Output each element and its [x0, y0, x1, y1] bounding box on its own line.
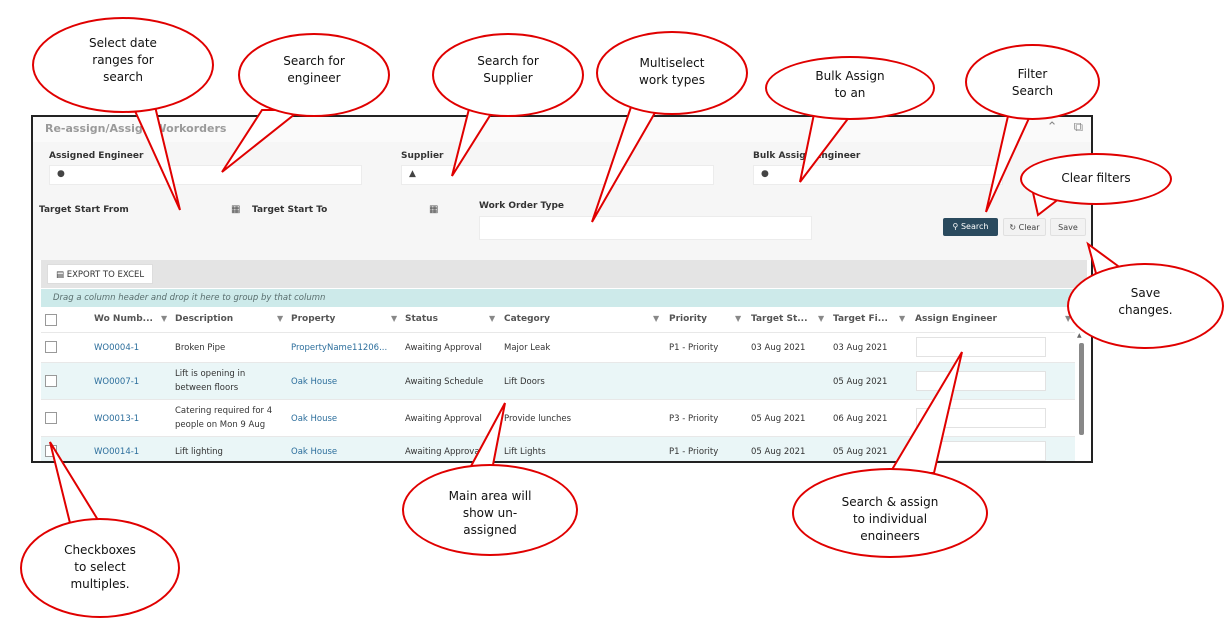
callout-supplier-text: Search for Supplier: [477, 54, 539, 85]
callout-date-ranges-text: Select date ranges for search: [89, 36, 157, 84]
callout-search-assign-text: Search & assign to individual engineers: [841, 495, 939, 540]
callout-bulk-assign: Bulk Assign to an: [765, 56, 935, 120]
callout-bulk-assign-text: Bulk Assign to an: [815, 69, 885, 100]
callout-main-area-text: Main area will show un- assigned: [448, 489, 532, 537]
callout-main-area: Main area will show un- assigned: [402, 464, 578, 556]
callout-checkboxes: Checkboxes to select multiples.: [20, 518, 180, 618]
callout-date-ranges: Select date ranges for search: [32, 17, 214, 113]
callout-filter-search: Filter Search: [965, 44, 1100, 120]
callout-tail-engineer: [221, 109, 303, 173]
callout-tail-filter: [985, 115, 1032, 213]
callout-search-assign: Search & assign to individual engineers: [792, 468, 988, 558]
callout-tail-work-types: [591, 103, 662, 223]
callout-save-changes: Save changes.: [1067, 263, 1224, 349]
callout-clear-filters: Clear filters: [1020, 153, 1172, 205]
callout-work-types: Multiselect work types: [596, 31, 748, 115]
callout-tail-date: [128, 96, 181, 211]
callout-work-types-text: Multiselect work types: [639, 56, 705, 87]
callout-engineer-text: Search for engineer: [283, 54, 345, 85]
callout-filter-search-text: Filter Search: [1011, 67, 1054, 98]
callout-supplier: Search for Supplier: [432, 33, 584, 117]
callout-save-changes-text: Save changes.: [1118, 286, 1173, 317]
callout-tail-assign: [888, 351, 963, 474]
callout-engineer: Search for engineer: [238, 33, 390, 117]
callout-clear-filters-text: Clear filters: [1061, 171, 1131, 185]
callout-tail-main: [468, 402, 506, 472]
callout-checkboxes-text: Checkboxes to select multiples.: [64, 543, 136, 591]
callout-tail-bulk-assign: [799, 112, 852, 183]
callout-tail-checkbox: [49, 441, 100, 525]
